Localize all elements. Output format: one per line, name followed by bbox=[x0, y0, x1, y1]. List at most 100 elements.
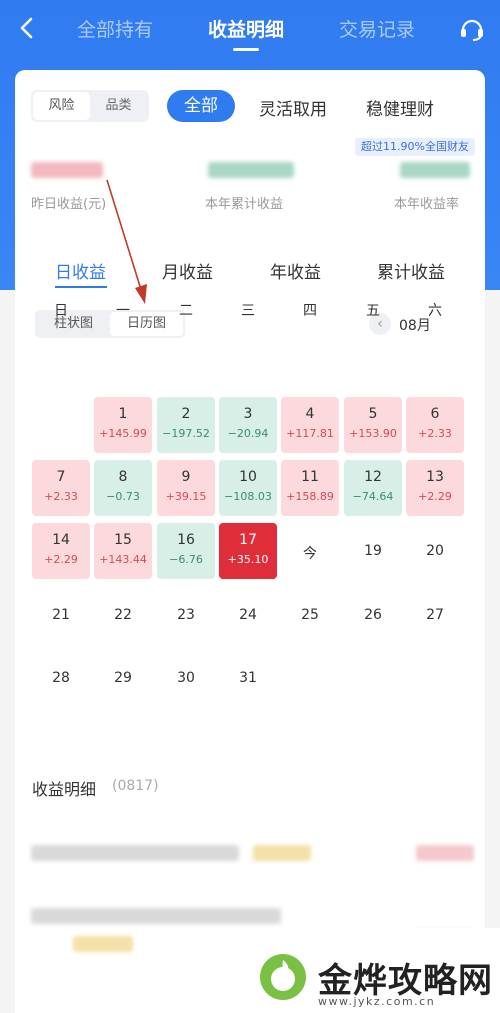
calendar-day-number: 26 bbox=[364, 607, 382, 623]
back-arrow-icon[interactable] bbox=[14, 14, 42, 42]
range-tab-cumulative[interactable]: 累计收益 bbox=[377, 258, 445, 283]
year-rate-value bbox=[400, 162, 470, 178]
risk-category-toggle: 风险 品类 bbox=[31, 90, 149, 122]
calendar-day-cell[interactable]: 26 bbox=[344, 587, 402, 643]
calendar-day-cell[interactable]: 今 bbox=[281, 523, 339, 579]
tab-trade-records[interactable]: 交易记录 bbox=[339, 15, 415, 42]
customer-service-icon[interactable] bbox=[457, 14, 487, 44]
watermark-logo-icon bbox=[260, 954, 306, 1000]
calendar-day-number: 13 bbox=[426, 469, 444, 485]
fund-value-placeholder-1 bbox=[416, 845, 474, 861]
calendar-day-cell[interactable]: 28 bbox=[32, 650, 90, 706]
calendar-day-number: 25 bbox=[301, 607, 319, 623]
calendar-day-cell[interactable]: 20 bbox=[406, 523, 464, 579]
calendar-day-cell[interactable]: 25 bbox=[281, 587, 339, 643]
calendar-day-earnings: +2.29 bbox=[418, 490, 452, 503]
calendar-day-number: 1 bbox=[118, 406, 128, 422]
calendar-day-earnings: +2.33 bbox=[418, 427, 452, 440]
calendar-day-earnings: +2.33 bbox=[44, 490, 78, 503]
calendar-day-number: 22 bbox=[114, 607, 132, 623]
calendar-day-cell[interactable]: 14 +2.29 bbox=[32, 523, 90, 579]
calendar-day-cell[interactable]: 22 bbox=[94, 587, 152, 643]
calendar-day-number: 今 bbox=[303, 546, 317, 562]
calendar-day-number: 11 bbox=[301, 469, 319, 485]
calendar-day-cell[interactable]: 31 bbox=[219, 650, 277, 706]
calendar-day-earnings: +153.90 bbox=[349, 427, 397, 440]
filter-flexible[interactable]: 灵活取用 bbox=[259, 95, 327, 120]
calendar-day-number: 14 bbox=[52, 532, 70, 548]
weekday-label: 六 bbox=[428, 303, 442, 319]
range-tab-yearly[interactable]: 年收益 bbox=[270, 258, 321, 283]
calendar-day-cell[interactable]: 5 +153.90 bbox=[344, 397, 402, 453]
filter-stable[interactable]: 稳健理财 bbox=[366, 95, 434, 120]
calendar-day-cell[interactable]: 12 −74.64 bbox=[344, 460, 402, 516]
tab-earnings-detail[interactable]: 收益明细 bbox=[208, 15, 284, 51]
calendar-day-cell[interactable]: 17 +35.10 bbox=[219, 523, 277, 579]
weekday-label: 四 bbox=[303, 303, 317, 319]
calendar-day-earnings: −108.03 bbox=[224, 490, 272, 503]
calendar-day-cell[interactable]: 15 +143.44 bbox=[94, 523, 152, 579]
rank-badge: 超过11.90%全国财友 bbox=[355, 138, 475, 156]
calendar-day-cell[interactable]: 30 bbox=[157, 650, 215, 706]
year-total-earnings-value bbox=[208, 162, 294, 178]
calendar-day-number: 24 bbox=[239, 607, 257, 623]
segment-risk[interactable]: 风险 bbox=[33, 92, 90, 120]
calendar-day-earnings: +35.10 bbox=[227, 553, 269, 566]
calendar-day-cell[interactable]: 6 +2.33 bbox=[406, 397, 464, 453]
calendar-day-cell[interactable]: 13 +2.29 bbox=[406, 460, 464, 516]
calendar-day-number: 27 bbox=[426, 607, 444, 623]
calendar-day-cell[interactable]: 1 +145.99 bbox=[94, 397, 152, 453]
calendar-day-cell[interactable]: 19 bbox=[344, 523, 402, 579]
calendar-day-number: 6 bbox=[430, 406, 440, 422]
calendar-day-cell[interactable]: 21 bbox=[32, 587, 90, 643]
fund-tag-placeholder-2 bbox=[73, 936, 133, 952]
calendar-day-number: 5 bbox=[368, 406, 378, 422]
calendar-day-number: 29 bbox=[114, 670, 132, 686]
weekday-label: 三 bbox=[241, 303, 255, 319]
weekday-label: 日 bbox=[54, 303, 68, 319]
calendar-day-earnings: −20.94 bbox=[227, 427, 269, 440]
calendar-day-cell[interactable]: 2 −197.52 bbox=[157, 397, 215, 453]
year-rate-label: 本年收益率 bbox=[394, 197, 460, 212]
calendar-day-cell[interactable]: 10 −108.03 bbox=[219, 460, 277, 516]
calendar-day-cell[interactable]: 11 +158.89 bbox=[281, 460, 339, 516]
calendar-day-cell[interactable]: 16 −6.76 bbox=[157, 523, 215, 579]
calendar-day-number: 4 bbox=[305, 406, 315, 422]
calendar-day-number: 10 bbox=[239, 469, 257, 485]
filter-all-button[interactable]: 全部 bbox=[167, 90, 235, 122]
calendar-day-number: 21 bbox=[52, 607, 70, 623]
calendar-day-earnings: +39.15 bbox=[165, 490, 207, 503]
calendar-day-cell[interactable]: 4 +117.81 bbox=[281, 397, 339, 453]
fund-tag-placeholder-1 bbox=[253, 845, 311, 861]
calendar-day-cell[interactable]: 8 −0.73 bbox=[94, 460, 152, 516]
calendar-day-cell[interactable]: 24 bbox=[219, 587, 277, 643]
calendar-day-number: 12 bbox=[364, 469, 382, 485]
calendar-day-earnings: +158.89 bbox=[286, 490, 334, 503]
calendar-day-number: 31 bbox=[239, 670, 257, 686]
calendar-day-number: 3 bbox=[243, 406, 253, 422]
calendar-day-number: 8 bbox=[118, 469, 128, 485]
calendar-day-number: 30 bbox=[177, 670, 195, 686]
segment-category[interactable]: 品类 bbox=[90, 92, 147, 120]
calendar-day-cell[interactable]: 23 bbox=[157, 587, 215, 643]
calendar-day-cell[interactable]: 3 −20.94 bbox=[219, 397, 277, 453]
calendar-day-cell[interactable]: 27 bbox=[406, 587, 464, 643]
calendar-day-cell[interactable]: 9 +39.15 bbox=[157, 460, 215, 516]
calendar-day-number: 7 bbox=[56, 469, 66, 485]
range-tab-monthly[interactable]: 月收益 bbox=[162, 258, 213, 283]
calendar-day-number: 20 bbox=[426, 543, 444, 559]
calendar-day-number: 2 bbox=[181, 406, 191, 422]
weekday-label: 二 bbox=[179, 303, 193, 319]
calendar-day-earnings: −74.64 bbox=[352, 490, 394, 503]
calendar-day-earnings: +2.29 bbox=[44, 553, 78, 566]
calendar-day-earnings: +143.44 bbox=[99, 553, 147, 566]
year-total-earnings-label: 本年累计收益 bbox=[205, 197, 284, 212]
calendar-day-cell[interactable]: 29 bbox=[94, 650, 152, 706]
calendar-day-number: 16 bbox=[177, 532, 195, 548]
details-title: 收益明细 bbox=[32, 780, 97, 799]
calendar-day-cell[interactable]: 7 +2.33 bbox=[32, 460, 90, 516]
tab-all-holdings[interactable]: 全部持有 bbox=[77, 15, 153, 42]
fund-name-placeholder-1 bbox=[31, 845, 239, 861]
calendar-day-earnings: −0.73 bbox=[106, 490, 140, 503]
calendar-day-earnings: −6.76 bbox=[169, 553, 203, 566]
